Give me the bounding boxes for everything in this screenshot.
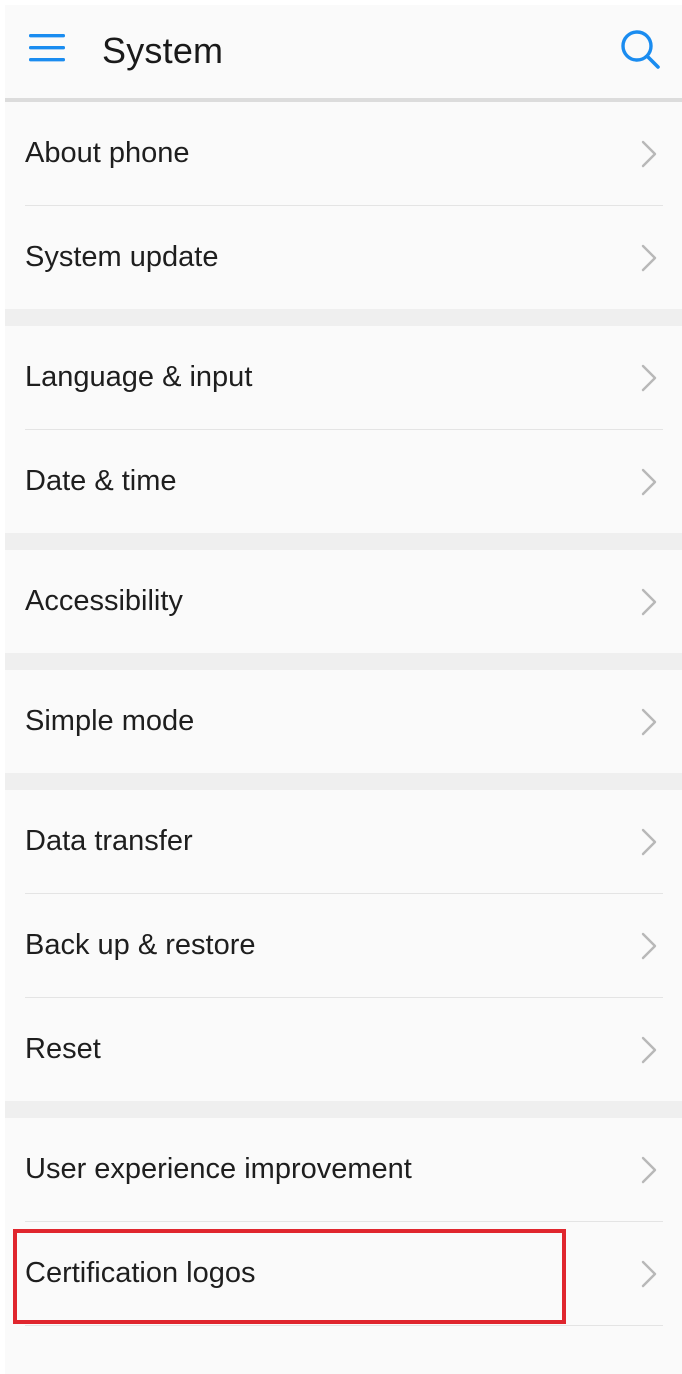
divider [25,1325,663,1326]
settings-item-user-experience-improvement[interactable]: User experience improvement [5,1118,682,1221]
settings-group: Language & input Date & time [5,326,682,533]
chevron-right-icon [641,1156,657,1184]
group-separator [5,1101,682,1118]
settings-item-label: Language & input [25,361,253,393]
settings-item-simple-mode[interactable]: Simple mode [5,670,682,773]
chevron-right-icon [641,932,657,960]
chevron-right-icon [641,244,657,272]
settings-item-system-update[interactable]: System update [5,206,682,309]
settings-item-label: User experience improvement [25,1153,412,1185]
settings-group: About phone System update [5,102,682,309]
settings-item-date-time[interactable]: Date & time [5,430,682,533]
settings-group: Accessibility [5,550,682,653]
settings-item-label: System update [25,241,219,273]
chevron-right-icon [641,140,657,168]
settings-item-label: Reset [25,1033,101,1065]
settings-item-language-input[interactable]: Language & input [5,326,682,429]
settings-item-data-transfer[interactable]: Data transfer [5,790,682,893]
group-separator [5,773,682,790]
group-separator [5,309,682,326]
menu-button[interactable] [27,30,67,66]
chevron-right-icon [641,1260,657,1288]
settings-item-certification-logos[interactable]: Certification logos [5,1222,682,1325]
settings-item-accessibility[interactable]: Accessibility [5,550,682,653]
chevron-right-icon [641,364,657,392]
settings-list: About phone System update Language & inp… [5,102,682,1326]
settings-item-about-phone[interactable]: About phone [5,102,682,205]
settings-item-reset[interactable]: Reset [5,998,682,1101]
settings-item-label: About phone [25,137,190,169]
search-button[interactable] [619,28,661,70]
page-title: System [102,30,224,71]
group-separator [5,533,682,550]
settings-group: User experience improvement Certificatio… [5,1118,682,1326]
chevron-right-icon [641,708,657,736]
settings-item-label: Back up & restore [25,929,256,961]
settings-item-label: Simple mode [25,705,195,737]
settings-item-label: Date & time [25,465,177,497]
settings-group: Simple mode [5,670,682,773]
settings-item-label: Accessibility [25,585,183,617]
search-icon [621,30,660,69]
app-bar: System [5,5,682,102]
settings-item-label: Data transfer [25,825,193,857]
chevron-right-icon [641,828,657,856]
settings-item-back-up-restore[interactable]: Back up & restore [5,894,682,997]
chevron-right-icon [641,588,657,616]
settings-group: Data transfer Back up & restore Reset [5,790,682,1101]
system-settings-screen: System About phone System update Languag… [5,5,682,1374]
hamburger-menu-icon [29,34,65,62]
chevron-right-icon [641,1036,657,1064]
chevron-right-icon [641,468,657,496]
group-separator [5,653,682,670]
settings-item-label: Certification logos [25,1257,256,1289]
